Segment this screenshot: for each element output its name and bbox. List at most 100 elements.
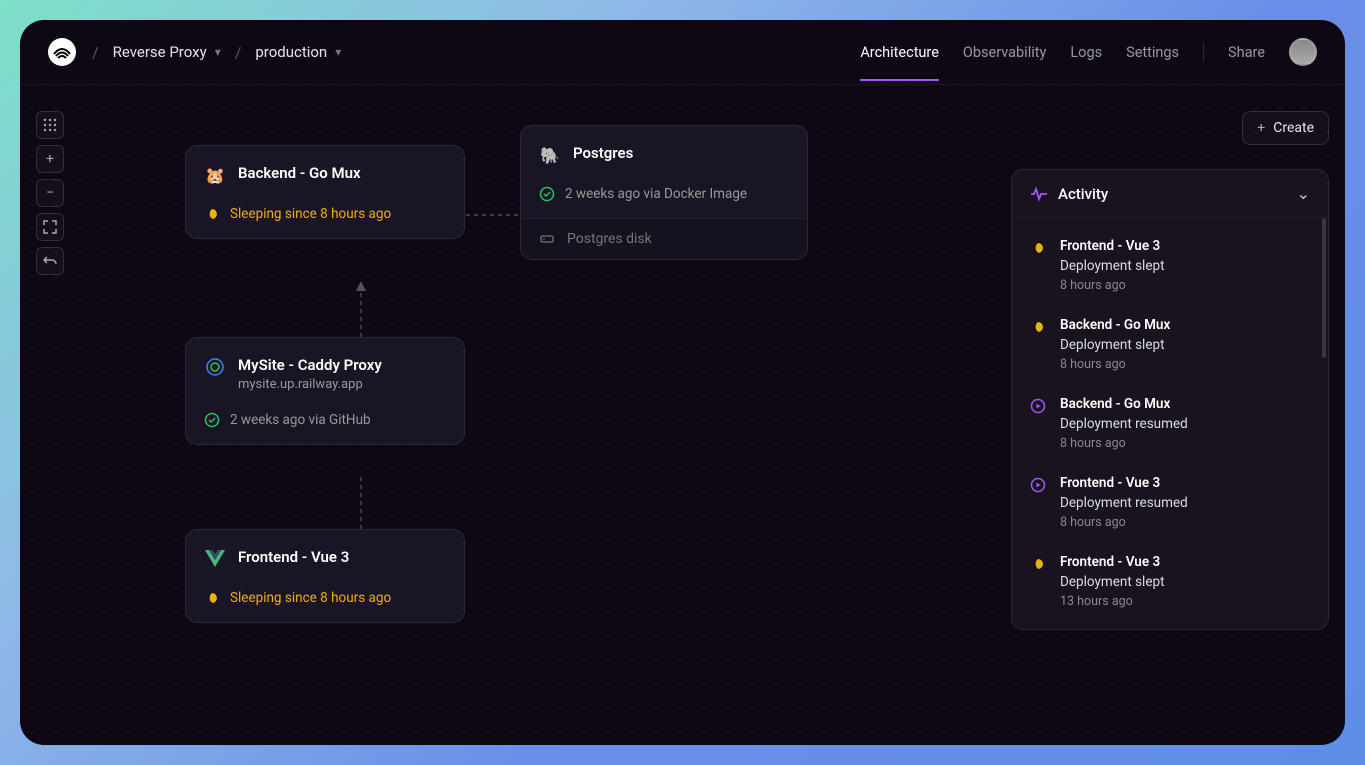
moon-icon	[204, 590, 220, 606]
gopher-icon: 🐹	[204, 164, 226, 186]
activity-item[interactable]: Frontend - Vue 3 Deployment slept 8 hours …	[1012, 226, 1328, 305]
topbar-left: / Reverse Proxy ▾ / production ▾	[48, 38, 341, 66]
activity-item[interactable]: Backend - Go Mux Deployment resumed 8 hour…	[1012, 384, 1328, 463]
expand-icon	[43, 220, 57, 234]
activity-name: Backend - Go Mux	[1060, 396, 1310, 412]
topbar: / Reverse Proxy ▾ / production ▾ Archite…	[20, 20, 1345, 85]
caddy-icon	[204, 356, 226, 378]
canvas-controls: + −	[36, 111, 64, 275]
activity-desc: Deployment resumed	[1060, 416, 1310, 432]
activity-item[interactable]: Frontend - Vue 3 Deployment resumed 8 hour…	[1012, 463, 1328, 542]
status-text: 2 weeks ago via Docker Image	[565, 186, 747, 202]
activity-time: 8 hours ago	[1060, 515, 1310, 530]
create-button[interactable]: + Create	[1242, 111, 1329, 145]
zoom-in-button[interactable]: +	[36, 145, 64, 173]
plus-icon: +	[46, 151, 54, 167]
node-status: Sleeping since 8 hours ago	[204, 590, 446, 606]
undo-icon	[43, 254, 57, 268]
activity-desc: Deployment slept	[1060, 574, 1310, 590]
node-subtitle: mysite.up.railway.app	[238, 377, 382, 392]
activity-name: Frontend - Vue 3	[1060, 554, 1310, 570]
node-header: 🐹 Backend - Go Mux	[204, 164, 446, 186]
activity-time: 13 hours ago	[1060, 594, 1310, 609]
activity-desc: Deployment slept	[1060, 337, 1310, 353]
grid-icon	[43, 118, 57, 132]
activity-desc: Deployment slept	[1060, 258, 1310, 274]
activity-panel: Activity ⌄ Frontend - Vue 3 Deployment sl…	[1011, 169, 1329, 630]
crumb-project[interactable]: Reverse Proxy ▾	[113, 43, 221, 61]
postgres-icon: 🐘	[539, 144, 561, 166]
crumb-sep: /	[92, 43, 99, 62]
node-title: Postgres	[573, 144, 633, 162]
activity-desc: Deployment resumed	[1060, 495, 1310, 511]
nav-share[interactable]: Share	[1228, 44, 1265, 61]
chevron-down-icon: ▾	[335, 45, 341, 59]
canvas[interactable]: + − + Create 🐹 Backend - Go Mux Sleeping…	[20, 85, 1345, 745]
moon-icon	[1030, 240, 1048, 293]
status-text: Sleeping since 8 hours ago	[230, 590, 391, 606]
node-title: MySite - Caddy Proxy	[238, 356, 382, 374]
plus-icon: +	[1257, 120, 1265, 136]
activity-list[interactable]: Frontend - Vue 3 Deployment slept 8 hours …	[1012, 218, 1328, 629]
activity-name: Backend - Go Mux	[1060, 317, 1310, 333]
moon-icon	[204, 206, 220, 222]
node-title: Backend - Go Mux	[238, 164, 361, 182]
separator	[1203, 42, 1204, 62]
status-text: 2 weeks ago via GitHub	[230, 412, 371, 428]
nav-observability[interactable]: Observability	[963, 44, 1046, 61]
node-title: Frontend - Vue 3	[238, 548, 349, 566]
check-icon	[204, 412, 220, 428]
disk-icon	[539, 231, 555, 247]
scrollbar[interactable]	[1322, 218, 1326, 358]
disk-label: Postgres disk	[567, 231, 652, 247]
activity-item[interactable]: Frontend - Vue 3 Deployment slept 13 hours…	[1012, 542, 1328, 621]
crumb-sep: /	[235, 43, 242, 62]
moon-icon	[1030, 556, 1048, 609]
undo-button[interactable]	[36, 247, 64, 275]
node-postgres[interactable]: 🐘 Postgres 2 weeks ago via Docker Image …	[520, 125, 808, 260]
logo[interactable]	[48, 38, 76, 66]
crumb-env[interactable]: production ▾	[255, 43, 341, 61]
activity-time: 8 hours ago	[1060, 436, 1310, 451]
node-header: 🐘 Postgres	[539, 144, 789, 166]
moon-icon	[1030, 319, 1048, 372]
activity-name: Frontend - Vue 3	[1060, 238, 1310, 254]
node-frontend[interactable]: Frontend - Vue 3 Sleeping since 8 hours …	[185, 529, 465, 623]
play-icon	[1030, 398, 1048, 451]
topbar-right: Architecture Observability Logs Settings…	[860, 38, 1317, 66]
chevron-down-icon: ▾	[215, 45, 221, 59]
crumb-env-label: production	[255, 43, 327, 61]
status-text: Sleeping since 8 hours ago	[230, 206, 391, 222]
grid-button[interactable]	[36, 111, 64, 139]
activity-time: 8 hours ago	[1060, 278, 1310, 293]
node-backend[interactable]: 🐹 Backend - Go Mux Sleeping since 8 hour…	[185, 145, 465, 239]
activity-title: Activity	[1058, 185, 1108, 203]
activity-header[interactable]: Activity ⌄	[1012, 170, 1328, 218]
nav-settings[interactable]: Settings	[1126, 44, 1179, 61]
activity-name: Frontend - Vue 3	[1060, 475, 1310, 491]
avatar[interactable]	[1289, 38, 1317, 66]
node-disk-section[interactable]: Postgres disk	[521, 218, 807, 259]
logo-icon	[52, 42, 72, 62]
create-label: Create	[1273, 120, 1314, 136]
vue-icon	[204, 548, 226, 570]
node-header: Frontend - Vue 3	[204, 548, 446, 570]
fullscreen-button[interactable]	[36, 213, 64, 241]
node-status: 2 weeks ago via Docker Image	[539, 186, 789, 202]
nav-architecture[interactable]: Architecture	[860, 44, 939, 81]
node-status: 2 weeks ago via GitHub	[204, 412, 446, 428]
check-icon	[539, 186, 555, 202]
node-header: MySite - Caddy Proxy mysite.up.railway.a…	[204, 356, 446, 392]
zoom-out-button[interactable]: −	[36, 179, 64, 207]
node-status: Sleeping since 8 hours ago	[204, 206, 446, 222]
app-frame: / Reverse Proxy ▾ / production ▾ Archite…	[20, 20, 1345, 745]
play-icon	[1030, 477, 1048, 530]
node-caddy[interactable]: MySite - Caddy Proxy mysite.up.railway.a…	[185, 337, 465, 445]
nav-logs[interactable]: Logs	[1070, 44, 1102, 61]
minus-icon: −	[46, 185, 54, 201]
activity-item[interactable]: Backend - Go Mux Deployment slept 8 hours …	[1012, 305, 1328, 384]
breadcrumb: / Reverse Proxy ▾ / production ▾	[92, 43, 341, 62]
activity-time: 8 hours ago	[1060, 357, 1310, 372]
chevron-down-icon: ⌄	[1297, 184, 1310, 203]
pulse-icon	[1030, 185, 1048, 203]
